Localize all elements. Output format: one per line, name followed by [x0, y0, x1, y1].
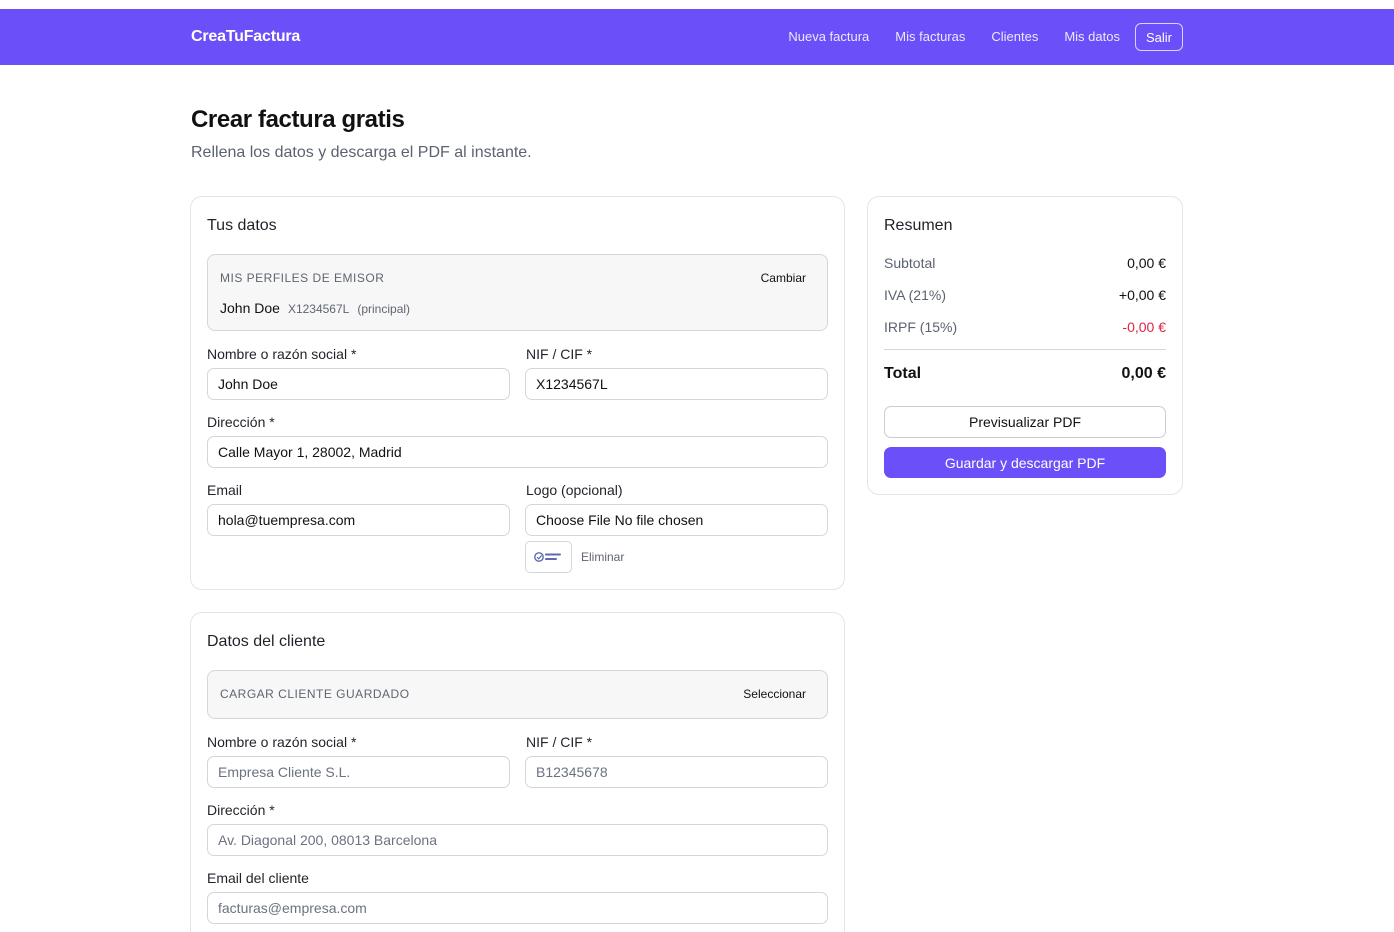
- page-subtitle: Rellena los datos y descarga el PDF al i…: [191, 144, 532, 161]
- cliente-name-label: Nombre o razón social *: [207, 734, 357, 750]
- top-strip: [0, 0, 1394, 9]
- saved-client-label: CARGAR CLIENTE GUARDADO: [220, 687, 410, 701]
- irpf-label: IRPF (15%): [884, 319, 958, 335]
- cliente-email-label: Email del cliente: [207, 870, 309, 886]
- iva-row: IVA (21%) +0,00 €: [884, 287, 1166, 303]
- profile-name: John Doe: [220, 300, 280, 316]
- select-client-button[interactable]: Seleccionar: [743, 687, 806, 701]
- profile-nif: X1234567L: [287, 302, 350, 316]
- logo-preview-image: [533, 552, 561, 562]
- profile-principal-tag: (principal): [357, 302, 411, 316]
- logo-label: Logo (opcional): [526, 482, 623, 498]
- cliente-nif-label: NIF / CIF *: [526, 734, 593, 750]
- logout-button[interactable]: Salir: [1134, 23, 1183, 51]
- nav-mis-datos[interactable]: Mis datos: [1064, 23, 1120, 51]
- emisor-profiles-box: MIS PERFILES DE EMISOR Cambiar John Doe …: [207, 254, 828, 331]
- logo-preview: [525, 541, 572, 573]
- emisor-address-label: Dirección *: [207, 414, 275, 430]
- irpf-row: IRPF (15%) -0,00 €: [884, 319, 1166, 335]
- brand-logo[interactable]: CreaTuFactura: [191, 28, 300, 46]
- irpf-value: -0,00 €: [1122, 319, 1166, 335]
- logo-file-input[interactable]: Choose File No file chosen: [525, 504, 828, 536]
- emisor-profiles-label: MIS PERFILES DE EMISOR: [220, 271, 385, 285]
- cliente-card-title: Datos del cliente: [207, 633, 326, 650]
- total-label: Total: [884, 365, 922, 382]
- save-download-pdf-button[interactable]: Guardar y descargar PDF: [884, 447, 1166, 478]
- emisor-card-title: Tus datos: [207, 217, 277, 234]
- cliente-nif-input[interactable]: B12345678: [525, 756, 828, 788]
- cliente-address-label: Dirección *: [207, 802, 275, 818]
- emisor-address-input[interactable]: Calle Mayor 1, 28002, Madrid: [207, 436, 828, 468]
- cliente-email-input[interactable]: facturas@empresa.com: [207, 892, 828, 924]
- preview-pdf-button[interactable]: Previsualizar PDF: [884, 406, 1166, 438]
- page-title: Crear factura gratis: [191, 106, 405, 133]
- top-navbar: CreaTuFactura Nueva factura Mis facturas…: [0, 9, 1394, 65]
- subtotal-row: Subtotal 0,00 €: [884, 255, 1166, 271]
- emisor-email-label: Email: [207, 482, 243, 498]
- emisor-card: Tus datos MIS PERFILES DE EMISOR Cambiar…: [190, 196, 845, 590]
- iva-value: +0,00 €: [1118, 287, 1166, 303]
- emisor-nif-label: NIF / CIF *: [526, 346, 593, 362]
- emisor-nif-input[interactable]: X1234567L: [525, 368, 828, 400]
- cliente-card: Datos del cliente CARGAR CLIENTE GUARDAD…: [190, 612, 845, 932]
- nav-mis-facturas[interactable]: Mis facturas: [895, 23, 965, 51]
- subtotal-label: Subtotal: [884, 255, 936, 271]
- nav-clientes[interactable]: Clientes: [991, 23, 1038, 51]
- summary-title: Resumen: [884, 217, 953, 234]
- emisor-email-input[interactable]: hola@tuempresa.com: [207, 504, 510, 536]
- cliente-address-input[interactable]: Av. Diagonal 200, 08013 Barcelona: [207, 824, 828, 856]
- summary-divider: [884, 349, 1166, 350]
- saved-client-box: CARGAR CLIENTE GUARDADO Seleccionar: [207, 670, 828, 719]
- cliente-name-input[interactable]: Empresa Cliente S.L.: [207, 756, 510, 788]
- total-value: 0,00 €: [1121, 365, 1166, 382]
- iva-label: IVA (21%): [884, 287, 946, 303]
- emisor-name-input[interactable]: John Doe: [207, 368, 510, 400]
- total-row: Total 0,00 €: [884, 365, 1166, 383]
- logo-remove-button[interactable]: Eliminar: [581, 550, 624, 564]
- nav-nueva-factura[interactable]: Nueva factura: [788, 23, 869, 51]
- subtotal-value: 0,00 €: [1127, 255, 1166, 271]
- main-nav: Nueva factura Mis facturas Clientes Mis …: [762, 23, 1183, 51]
- active-profile[interactable]: John Doe X1234567L (principal): [220, 300, 410, 316]
- change-profile-button[interactable]: Cambiar: [761, 271, 806, 285]
- summary-card: Resumen Subtotal 0,00 € IVA (21%) +0,00 …: [867, 196, 1183, 495]
- emisor-name-label: Nombre o razón social *: [207, 346, 357, 362]
